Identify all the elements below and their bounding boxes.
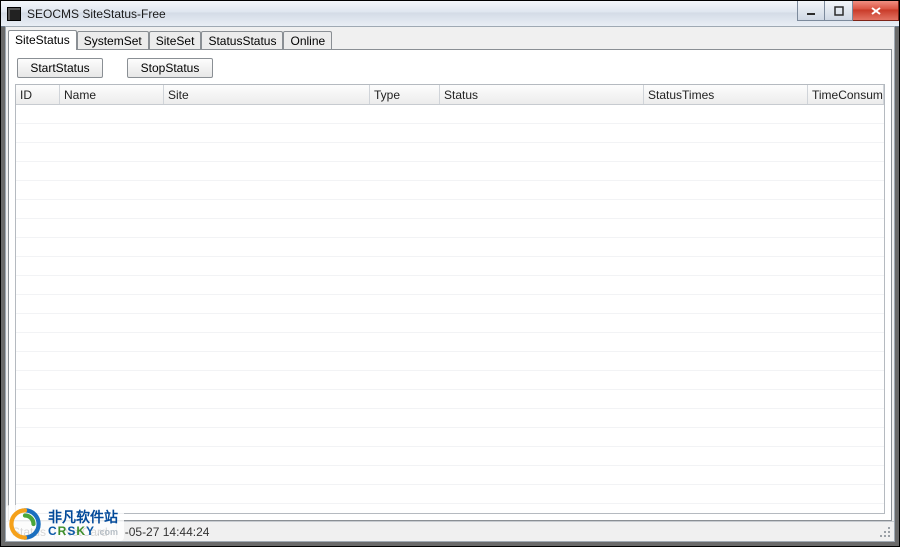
grid-body[interactable] [16, 105, 884, 513]
maximize-icon [834, 6, 844, 16]
toolbar: StartStatus StopStatus [15, 56, 885, 84]
grid-header: ID Name Site Type Status StatusTimes Tim… [16, 85, 884, 105]
tab-panel-sitestatus: StartStatus StopStatus ID Name Site Type… [8, 49, 892, 521]
client-area: SiteStatus SystemSet SiteSet StatusStatu… [5, 26, 895, 542]
app-icon [7, 7, 21, 21]
tab-systemset[interactable]: SystemSet [77, 31, 149, 50]
tab-sitestatus[interactable]: SiteStatus [8, 30, 77, 50]
resize-grip[interactable] [878, 525, 892, 539]
grid-empty-rows [16, 105, 884, 513]
minimize-icon [806, 6, 816, 16]
col-time-consuming[interactable]: TimeConsuming [808, 85, 884, 104]
tabstrip: SiteStatus SystemSet SiteSet StatusStatu… [6, 29, 894, 49]
tab-label: SiteSet [156, 34, 195, 48]
statusbar-separator [116, 525, 117, 539]
col-id[interactable]: ID [16, 85, 60, 104]
resize-grip-icon [878, 525, 892, 539]
col-status[interactable]: Status [440, 85, 644, 104]
window-title: SEOCMS SiteStatus-Free [27, 7, 166, 21]
start-status-button[interactable]: StartStatus [17, 58, 103, 78]
col-type[interactable]: Type [370, 85, 440, 104]
tab-label: SiteStatus [15, 33, 70, 47]
tab-siteset[interactable]: SiteSet [149, 31, 202, 50]
tab-label: SystemSet [84, 34, 142, 48]
minimize-button[interactable] [797, 1, 825, 21]
tab-label: Online [290, 34, 325, 48]
close-icon [870, 6, 882, 16]
tab-online[interactable]: Online [283, 31, 332, 50]
button-label: StopStatus [141, 61, 200, 75]
stop-status-button[interactable]: StopStatus [127, 58, 213, 78]
statusbar: Status NetCard -05-27 14:44:24 [6, 521, 894, 541]
col-name[interactable]: Name [60, 85, 164, 104]
statusbar-netcard-label: NetCard [63, 525, 108, 539]
button-label: StartStatus [30, 61, 89, 75]
col-site[interactable]: Site [164, 85, 370, 104]
titlebar: SEOCMS SiteStatus-Free [1, 1, 899, 27]
statusbar-datetime: -05-27 14:44:24 [125, 525, 210, 539]
statusbar-status-label: Status [12, 525, 46, 539]
col-status-times[interactable]: StatusTimes [644, 85, 808, 104]
window-controls [797, 1, 899, 21]
close-button[interactable] [853, 1, 899, 21]
tab-label: StatusStatus [208, 34, 276, 48]
status-grid[interactable]: ID Name Site Type Status StatusTimes Tim… [15, 84, 885, 514]
statusbar-separator [54, 525, 55, 539]
maximize-button[interactable] [825, 1, 853, 21]
tab-statusstatus[interactable]: StatusStatus [201, 31, 283, 50]
